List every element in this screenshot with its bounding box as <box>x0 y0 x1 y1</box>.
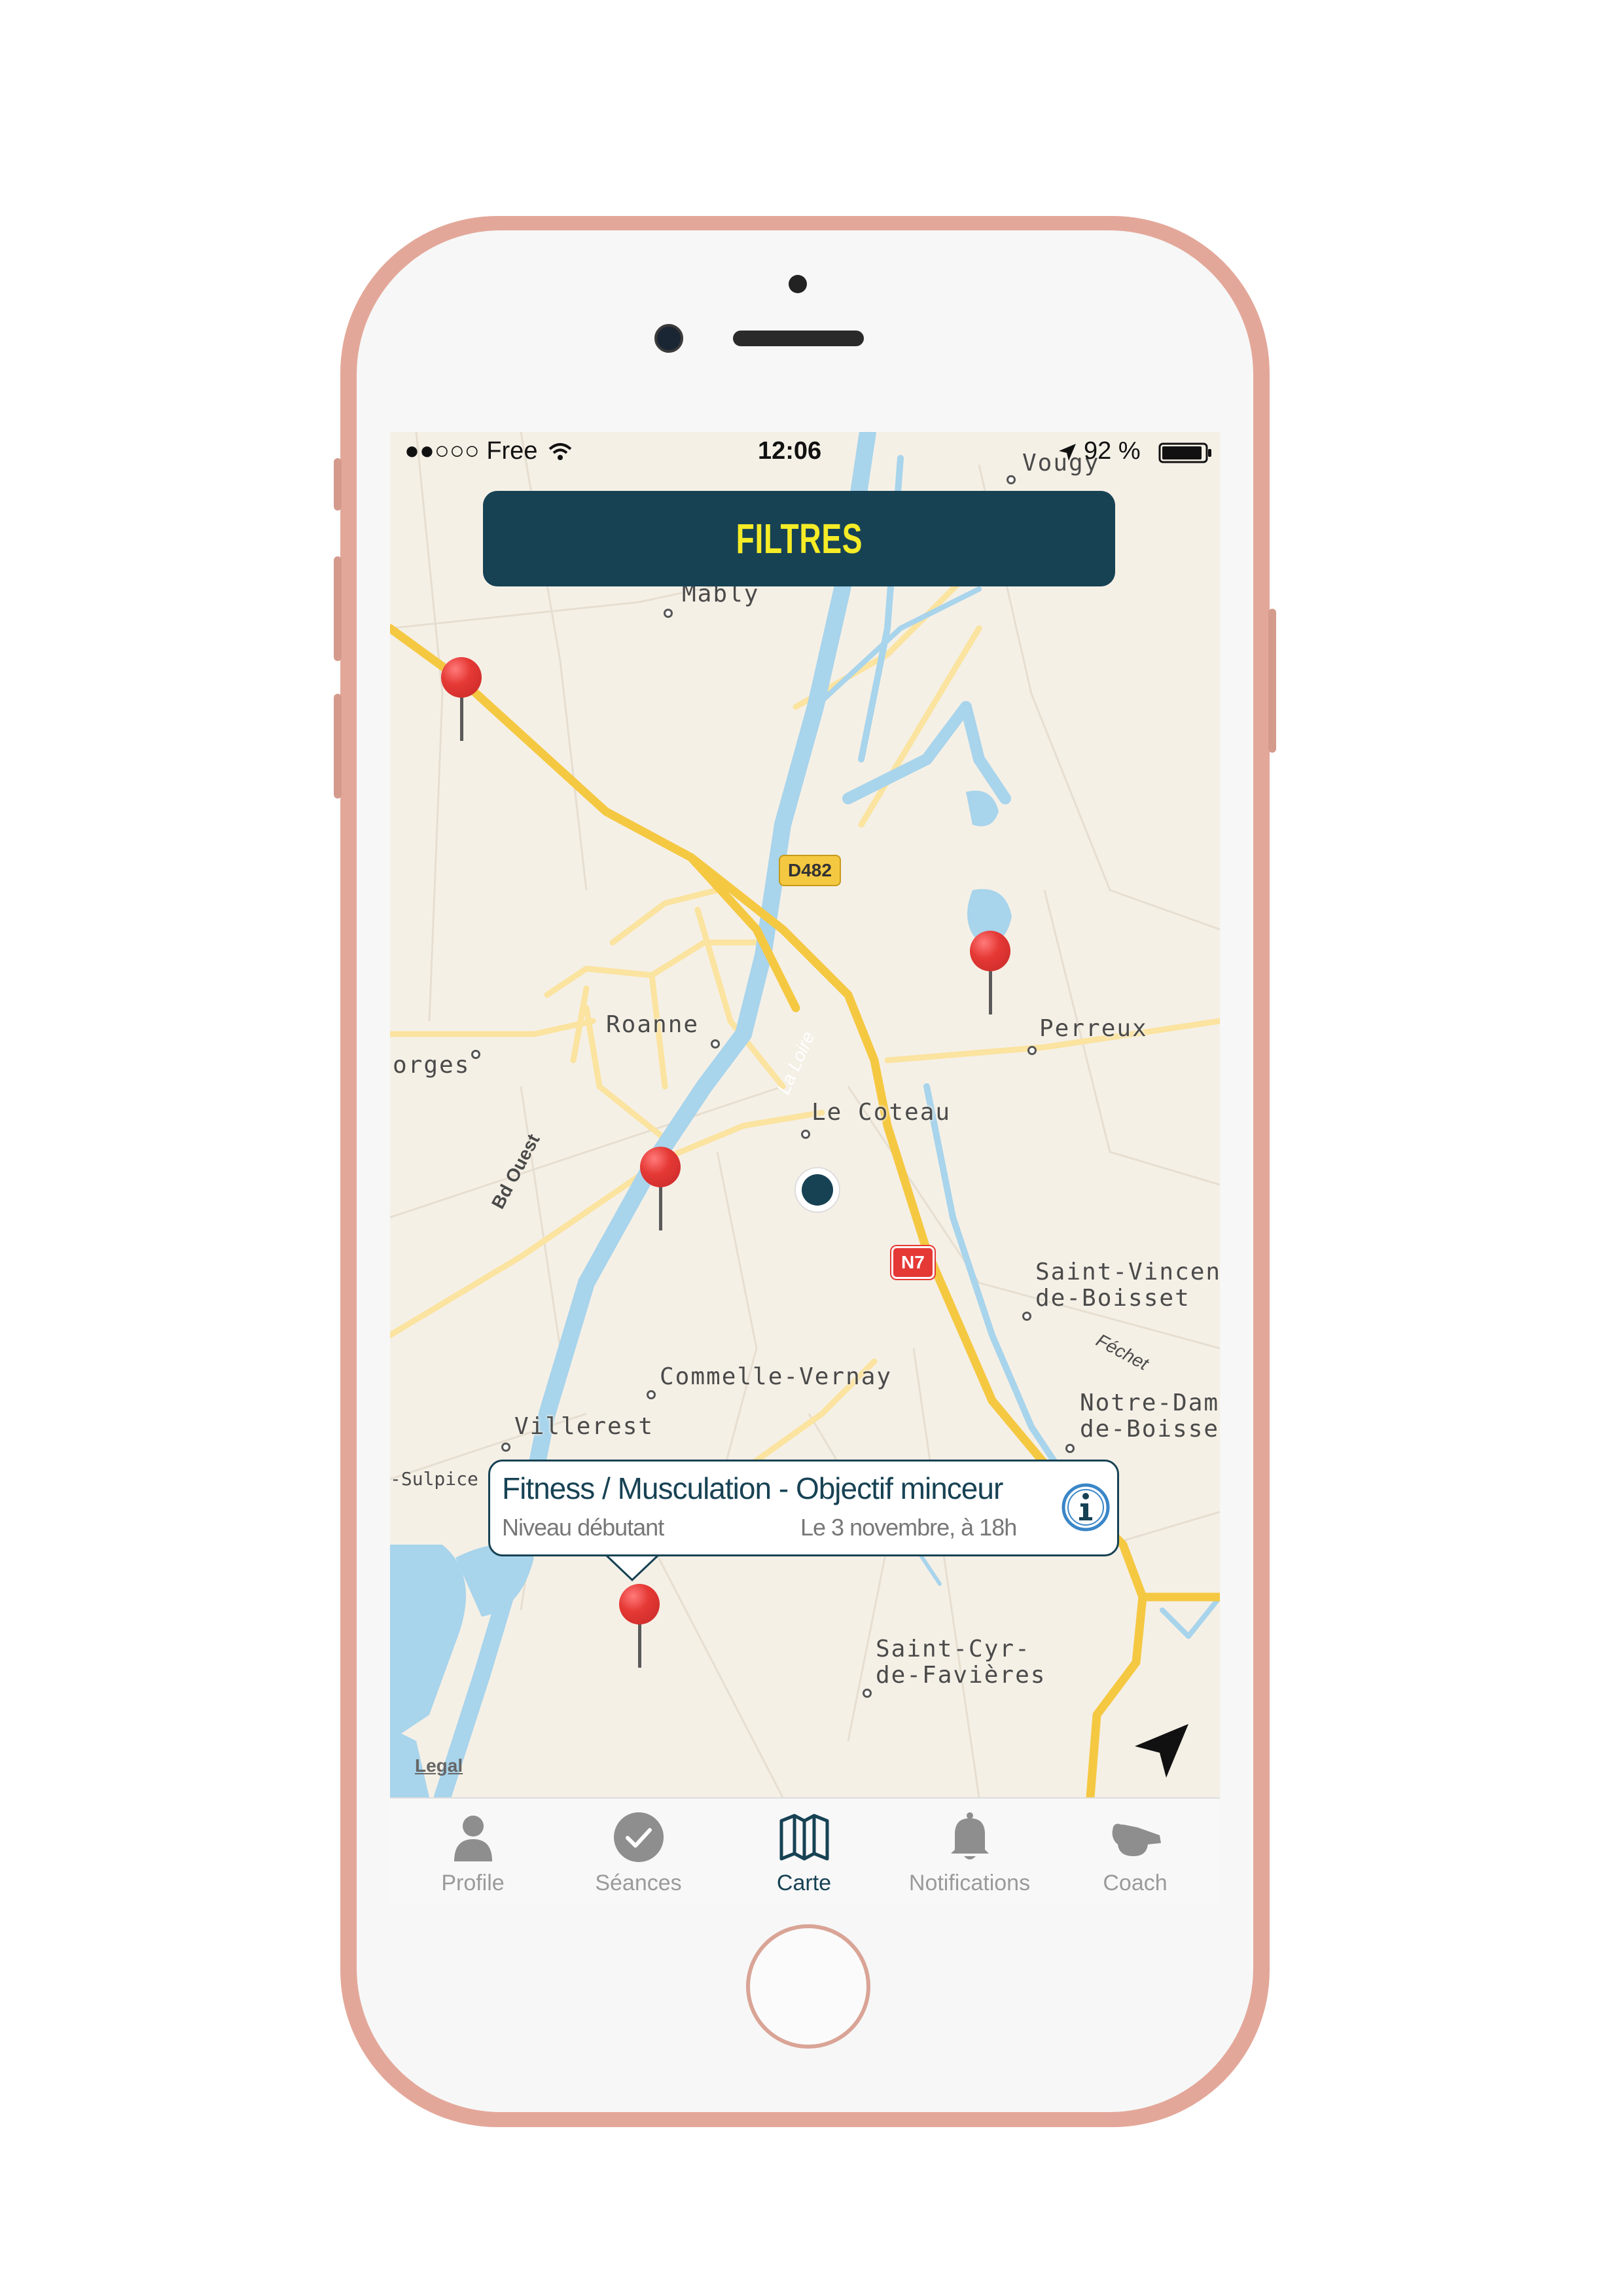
person-icon <box>454 1816 492 1861</box>
whistle-icon <box>1112 1823 1161 1856</box>
place-label-perreux: Perreux <box>1039 1015 1148 1042</box>
callout-title: Fitness / Musculation - Objectif minceur <box>502 1471 1003 1505</box>
pin-head <box>970 931 1010 971</box>
place-label-sulpice: -Sulpice <box>390 1468 478 1490</box>
tab-coach[interactable]: Coach <box>1052 1799 1218 1905</box>
callout-date: Le 3 novembre, à 18h <box>800 1514 1017 1541</box>
info-icon[interactable] <box>1060 1481 1112 1534</box>
status-bar: ●●○○○ Free 12:06 92 % <box>390 432 1220 469</box>
road-sign-d482: D482 <box>779 855 841 886</box>
map-base-layer <box>390 432 1220 1797</box>
place-label-saint-cyr: Saint-Cyr- <box>876 1636 1031 1662</box>
place-dot-saint-vincent <box>1022 1312 1031 1321</box>
pin-head <box>640 1147 681 1187</box>
pin-stem <box>460 695 463 741</box>
place-dot-mably <box>664 609 673 618</box>
place-label-saint-vincent-2: de-Boisset <box>1035 1285 1190 1312</box>
place-dot-perreux <box>1027 1046 1037 1055</box>
tab-bar: Profile Séances Carte Notifications Coac… <box>390 1797 1220 1905</box>
map-pin[interactable] <box>441 657 483 742</box>
tab-label: Carte <box>776 1871 832 1895</box>
place-label-saint-cyr-2: de-Favières <box>876 1662 1046 1689</box>
place-dot-roanne <box>711 1039 720 1049</box>
tab-notifications[interactable]: Notifications <box>887 1799 1052 1905</box>
map-pin[interactable] <box>970 931 1012 1016</box>
phone-screen: Mably Vougy Roanne Perreux orges Le Cote… <box>390 432 1220 1905</box>
tab-label: Séances <box>595 1871 682 1895</box>
place-label-commelle-vernay: Commelle-Vernay <box>660 1363 893 1390</box>
pin-head <box>619 1584 660 1624</box>
map-pin-selected[interactable] <box>619 1584 661 1669</box>
road-sign-n7: N7 <box>891 1246 935 1279</box>
filters-button[interactable]: FILTRES <box>483 491 1115 586</box>
place-dot-villerest <box>501 1443 510 1452</box>
place-label-notre-dame: Notre-Dam <box>1080 1390 1220 1416</box>
tab-label: Notifications <box>908 1871 1031 1895</box>
checkmark-circle-icon <box>614 1812 664 1862</box>
bell-icon <box>951 1812 989 1859</box>
home-button[interactable] <box>746 1924 870 2049</box>
tab-label: Coach <box>1103 1871 1168 1895</box>
status-time: 12:06 <box>758 437 822 465</box>
battery-icon <box>1158 442 1211 463</box>
place-label-roanne: Roanne <box>606 1011 700 1038</box>
pin-head <box>441 657 482 698</box>
place-label-le-coteau: Le Coteau <box>812 1099 952 1126</box>
tab-seances[interactable]: Séances <box>556 1799 721 1905</box>
map-icon <box>779 1814 829 1861</box>
proximity-sensor <box>789 275 807 293</box>
location-arrow-icon <box>1059 444 1076 461</box>
callout-level: Niveau débutant <box>502 1514 664 1541</box>
map-view[interactable]: Mably Vougy Roanne Perreux orges Le Cote… <box>390 432 1220 1797</box>
place-dot-notre-dame <box>1065 1444 1075 1453</box>
place-dot-le-coteau <box>801 1130 810 1139</box>
battery-percent: 92 % <box>1084 437 1141 465</box>
tab-profile[interactable]: Profile <box>390 1799 556 1905</box>
place-label-saint-vincent: Saint-Vincent- <box>1035 1259 1220 1285</box>
place-dot-saint-cyr <box>863 1689 872 1698</box>
pin-stem <box>989 969 992 1014</box>
volume-down-button <box>334 694 342 798</box>
mute-switch <box>334 458 342 511</box>
pin-stem <box>638 1622 641 1668</box>
earpiece-speaker <box>733 331 864 346</box>
place-label-orges: orges <box>393 1052 471 1079</box>
place-label-notre-dame-2: de-Boisset <box>1080 1416 1220 1443</box>
tab-carte[interactable]: Carte <box>721 1799 887 1905</box>
place-label-villerest: Villerest <box>514 1413 654 1440</box>
wifi-icon <box>548 443 572 460</box>
session-callout[interactable]: Fitness / Musculation - Objectif minceur… <box>488 1460 1119 1556</box>
callout-pointer <box>606 1554 658 1582</box>
locate-me-icon[interactable] <box>1130 1719 1195 1784</box>
place-dot-orges <box>471 1050 480 1059</box>
front-camera <box>654 324 683 353</box>
tab-label: Profile <box>441 1871 505 1895</box>
map-pin[interactable] <box>640 1147 682 1232</box>
place-dot-vougy <box>1007 475 1016 484</box>
filters-button-label: FILTRES <box>736 515 863 562</box>
power-button <box>1268 609 1276 753</box>
pin-stem <box>659 1185 662 1230</box>
place-dot-commelle <box>647 1390 656 1399</box>
carrier-label: ●●○○○ Free <box>404 437 538 465</box>
volume-up-button <box>334 556 342 661</box>
legal-link[interactable]: Legal <box>415 1755 463 1776</box>
